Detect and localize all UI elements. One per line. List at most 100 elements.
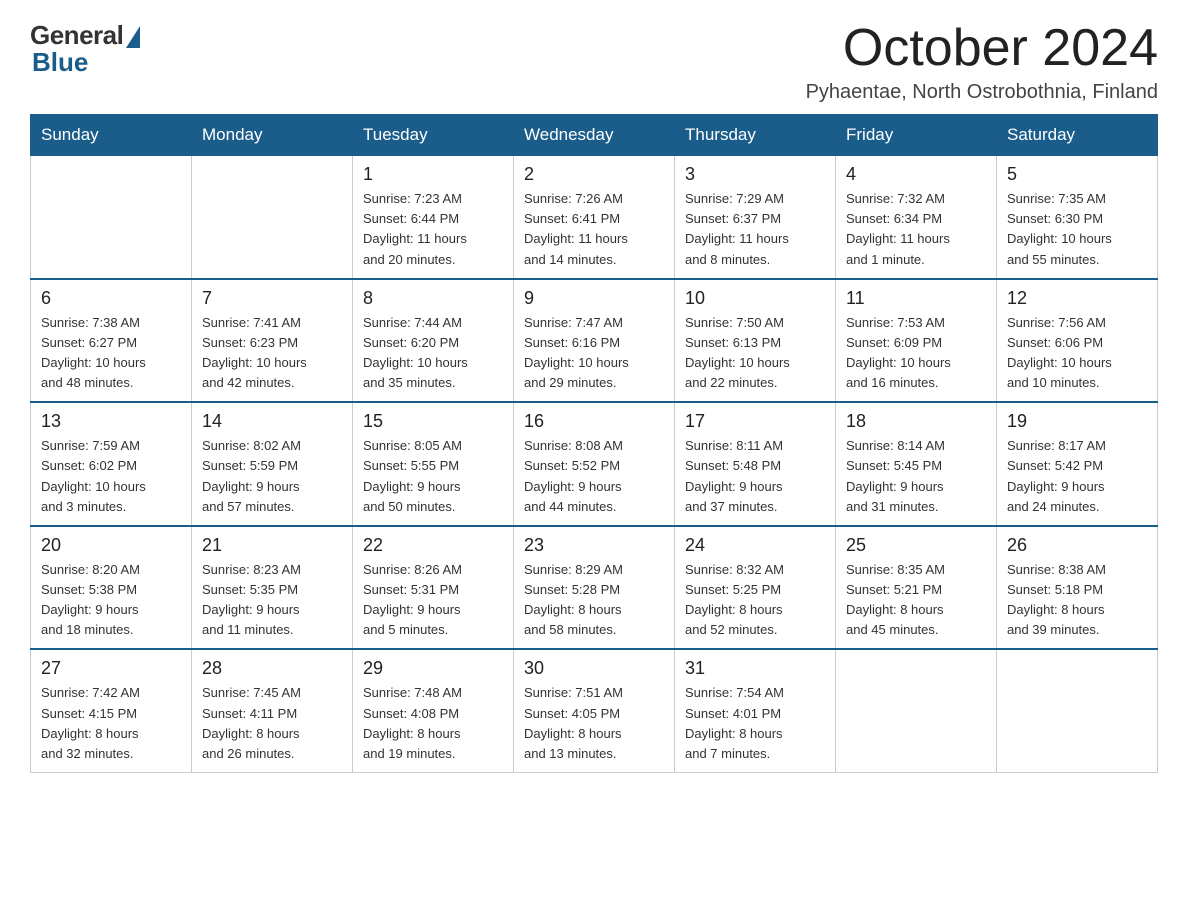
calendar-cell: 1Sunrise: 7:23 AM Sunset: 6:44 PM Daylig… [353, 156, 514, 279]
calendar-cell: 29Sunrise: 7:48 AM Sunset: 4:08 PM Dayli… [353, 649, 514, 772]
day-number: 19 [1007, 411, 1147, 432]
calendar-cell: 9Sunrise: 7:47 AM Sunset: 6:16 PM Daylig… [514, 279, 675, 403]
calendar-header-row: SundayMondayTuesdayWednesdayThursdayFrid… [31, 115, 1158, 156]
logo-triangle-icon [126, 26, 140, 48]
day-number: 23 [524, 535, 664, 556]
calendar-table: SundayMondayTuesdayWednesdayThursdayFrid… [30, 114, 1158, 773]
calendar-cell: 4 Sunrise: 7:32 AM Sunset: 6:34 PM Daylig… [836, 156, 997, 279]
calendar-week-row: 1Sunrise: 7:23 AM Sunset: 6:44 PM Daylig… [31, 156, 1158, 279]
day-number: 25 [846, 535, 986, 556]
calendar-cell: 25 Sunrise: 8:35 AM Sunset: 5:21 PM Dayli… [836, 526, 997, 650]
day-number: 17 [685, 411, 825, 432]
calendar-cell: 5 Sunrise: 7:35 AM Sunset: 6:30 PM Daylig… [997, 156, 1158, 279]
day-number: 31 [685, 658, 825, 679]
day-info: Sunrise: 7:32 AM Sunset: 6:34 PM Dayligh… [846, 189, 986, 270]
day-number: 29 [363, 658, 503, 679]
day-number: 30 [524, 658, 664, 679]
day-number: 10 [685, 288, 825, 309]
calendar-cell [997, 649, 1158, 772]
day-info: Sunrise: 8:23 AM Sunset: 5:35 PM Dayligh… [202, 560, 342, 641]
day-info: Sunrise: 7:42 AM Sunset: 4:15 PM Dayligh… [41, 683, 181, 764]
day-number: 5 [1007, 164, 1147, 185]
calendar-header-sunday: Sunday [31, 115, 192, 156]
day-info: Sunrise: 8:20 AM Sunset: 5:38 PM Dayligh… [41, 560, 181, 641]
day-number: 6 [41, 288, 181, 309]
day-info: Sunrise: 7:45 AM Sunset: 4:11 PM Dayligh… [202, 683, 342, 764]
calendar-cell: 8 Sunrise: 7:44 AM Sunset: 6:20 PM Daylig… [353, 279, 514, 403]
day-info: Sunrise: 8:26 AM Sunset: 5:31 PM Dayligh… [363, 560, 503, 641]
calendar-cell: 27 Sunrise: 7:42 AM Sunset: 4:15 PM Dayli… [31, 649, 192, 772]
calendar-cell: 7Sunrise: 7:41 AM Sunset: 6:23 PM Daylig… [192, 279, 353, 403]
day-number: 4 [846, 164, 986, 185]
calendar-cell: 12 Sunrise: 7:56 AM Sunset: 6:06 PM Dayli… [997, 279, 1158, 403]
day-info: Sunrise: 7:41 AM Sunset: 6:23 PM Dayligh… [202, 313, 342, 394]
calendar-cell: 11Sunrise: 7:53 AM Sunset: 6:09 PM Dayli… [836, 279, 997, 403]
calendar-header-wednesday: Wednesday [514, 115, 675, 156]
calendar-cell: 16Sunrise: 8:08 AM Sunset: 5:52 PM Dayli… [514, 402, 675, 526]
day-info: Sunrise: 8:29 AM Sunset: 5:28 PM Dayligh… [524, 560, 664, 641]
calendar-cell: 17 Sunrise: 8:11 AM Sunset: 5:48 PM Dayli… [675, 402, 836, 526]
calendar-header-friday: Friday [836, 115, 997, 156]
day-number: 24 [685, 535, 825, 556]
calendar-cell: 14Sunrise: 8:02 AM Sunset: 5:59 PM Dayli… [192, 402, 353, 526]
day-info: Sunrise: 8:17 AM Sunset: 5:42 PM Dayligh… [1007, 436, 1147, 517]
calendar-cell: 30 Sunrise: 7:51 AM Sunset: 4:05 PM Dayli… [514, 649, 675, 772]
calendar-cell: 21 Sunrise: 8:23 AM Sunset: 5:35 PM Dayli… [192, 526, 353, 650]
day-number: 3 [685, 164, 825, 185]
day-number: 9 [524, 288, 664, 309]
calendar-week-row: 13Sunrise: 7:59 AM Sunset: 6:02 PM Dayli… [31, 402, 1158, 526]
day-info: Sunrise: 8:38 AM Sunset: 5:18 PM Dayligh… [1007, 560, 1147, 641]
day-info: Sunrise: 8:05 AM Sunset: 5:55 PM Dayligh… [363, 436, 503, 517]
calendar-cell [192, 156, 353, 279]
month-title: October 2024 [806, 20, 1158, 77]
calendar-cell: 18Sunrise: 8:14 AM Sunset: 5:45 PM Dayli… [836, 402, 997, 526]
calendar-week-row: 20 Sunrise: 8:20 AM Sunset: 5:38 PM Dayli… [31, 526, 1158, 650]
day-info: Sunrise: 8:32 AM Sunset: 5:25 PM Dayligh… [685, 560, 825, 641]
day-info: Sunrise: 7:35 AM Sunset: 6:30 PM Dayligh… [1007, 189, 1147, 270]
logo: General Blue [30, 20, 140, 78]
day-info: Sunrise: 7:44 AM Sunset: 6:20 PM Dayligh… [363, 313, 503, 394]
day-number: 13 [41, 411, 181, 432]
logo-blue-text: Blue [32, 47, 88, 78]
location-title: Pyhaentae, North Ostrobothnia, Finland [806, 81, 1158, 104]
calendar-cell: 19 Sunrise: 8:17 AM Sunset: 5:42 PM Dayli… [997, 402, 1158, 526]
calendar-header-monday: Monday [192, 115, 353, 156]
day-info: Sunrise: 7:38 AM Sunset: 6:27 PM Dayligh… [41, 313, 181, 394]
day-info: Sunrise: 8:02 AM Sunset: 5:59 PM Dayligh… [202, 436, 342, 517]
day-info: Sunrise: 7:54 AM Sunset: 4:01 PM Dayligh… [685, 683, 825, 764]
day-number: 12 [1007, 288, 1147, 309]
day-number: 28 [202, 658, 342, 679]
calendar-cell: 22 Sunrise: 8:26 AM Sunset: 5:31 PM Dayli… [353, 526, 514, 650]
calendar-cell: 13Sunrise: 7:59 AM Sunset: 6:02 PM Dayli… [31, 402, 192, 526]
day-number: 27 [41, 658, 181, 679]
calendar-cell: 15Sunrise: 8:05 AM Sunset: 5:55 PM Dayli… [353, 402, 514, 526]
calendar-cell [31, 156, 192, 279]
day-number: 22 [363, 535, 503, 556]
calendar-header-tuesday: Tuesday [353, 115, 514, 156]
page-header: General Blue October 2024 Pyhaentae, Nor… [30, 20, 1158, 104]
calendar-cell: 26 Sunrise: 8:38 AM Sunset: 5:18 PM Dayli… [997, 526, 1158, 650]
day-info: Sunrise: 8:11 AM Sunset: 5:48 PM Dayligh… [685, 436, 825, 517]
day-number: 8 [363, 288, 503, 309]
day-number: 20 [41, 535, 181, 556]
calendar-cell: 6 Sunrise: 7:38 AM Sunset: 6:27 PM Daylig… [31, 279, 192, 403]
calendar-cell: 10Sunrise: 7:50 AM Sunset: 6:13 PM Dayli… [675, 279, 836, 403]
day-info: Sunrise: 7:51 AM Sunset: 4:05 PM Dayligh… [524, 683, 664, 764]
calendar-cell: 2Sunrise: 7:26 AM Sunset: 6:41 PM Daylig… [514, 156, 675, 279]
day-info: Sunrise: 8:08 AM Sunset: 5:52 PM Dayligh… [524, 436, 664, 517]
day-info: Sunrise: 7:23 AM Sunset: 6:44 PM Dayligh… [363, 189, 503, 270]
calendar-cell: 28 Sunrise: 7:45 AM Sunset: 4:11 PM Dayli… [192, 649, 353, 772]
calendar-cell: 3 Sunrise: 7:29 AM Sunset: 6:37 PM Daylig… [675, 156, 836, 279]
day-number: 26 [1007, 535, 1147, 556]
day-info: Sunrise: 7:29 AM Sunset: 6:37 PM Dayligh… [685, 189, 825, 270]
calendar-header-thursday: Thursday [675, 115, 836, 156]
calendar-cell [836, 649, 997, 772]
day-info: Sunrise: 8:14 AM Sunset: 5:45 PM Dayligh… [846, 436, 986, 517]
day-info: Sunrise: 7:56 AM Sunset: 6:06 PM Dayligh… [1007, 313, 1147, 394]
calendar-cell: 23 Sunrise: 8:29 AM Sunset: 5:28 PM Dayli… [514, 526, 675, 650]
calendar-week-row: 27 Sunrise: 7:42 AM Sunset: 4:15 PM Dayli… [31, 649, 1158, 772]
day-number: 21 [202, 535, 342, 556]
calendar-cell: 24 Sunrise: 8:32 AM Sunset: 5:25 PM Dayli… [675, 526, 836, 650]
day-info: Sunrise: 8:35 AM Sunset: 5:21 PM Dayligh… [846, 560, 986, 641]
calendar-header-saturday: Saturday [997, 115, 1158, 156]
